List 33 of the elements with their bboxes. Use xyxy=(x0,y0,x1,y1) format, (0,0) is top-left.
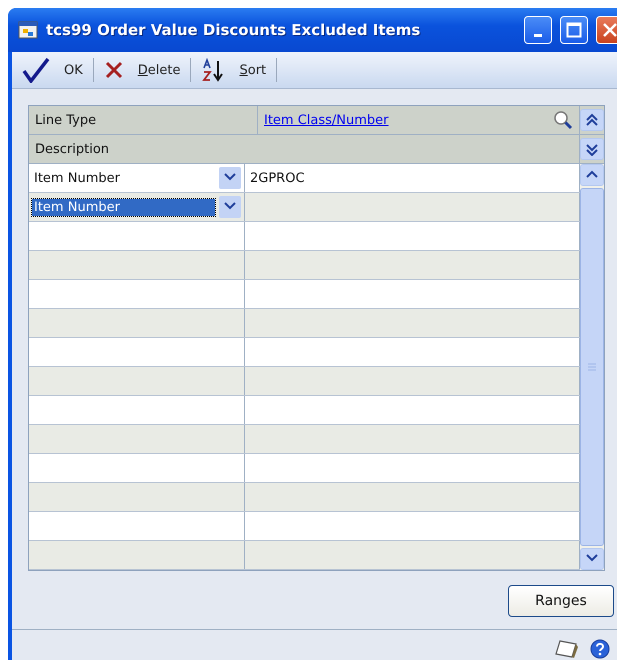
scrollbar-thumb[interactable] xyxy=(580,188,604,546)
item-number-cell[interactable]: 2GPROC xyxy=(248,170,576,186)
maximize-button[interactable] xyxy=(560,16,588,44)
line-type-dropdown[interactable]: Item Number xyxy=(32,198,215,216)
ok-button[interactable]: OK xyxy=(12,54,93,86)
double-chevron-up-icon xyxy=(585,113,599,127)
collapse-button[interactable] xyxy=(580,109,604,131)
minimize-icon xyxy=(534,34,542,36)
dropdown-button[interactable] xyxy=(219,196,241,218)
ranges-button[interactable]: Ranges xyxy=(508,585,614,617)
maximize-icon xyxy=(566,22,582,38)
dropdown-button[interactable] xyxy=(219,167,241,189)
note-icon[interactable] xyxy=(554,639,580,659)
column-header: Line Type xyxy=(35,112,98,128)
double-chevron-down-icon xyxy=(585,142,599,156)
line-type-dropdown[interactable]: Item Number xyxy=(32,170,215,186)
help-icon[interactable] xyxy=(590,639,610,659)
close-button[interactable] xyxy=(596,16,617,44)
search-icon[interactable] xyxy=(553,110,573,130)
scroll-up-button[interactable] xyxy=(580,164,604,186)
sort-button[interactable]: Sort xyxy=(191,54,276,86)
checkmark-icon xyxy=(22,57,50,83)
scroll-down-button[interactable] xyxy=(580,548,604,570)
sort-az-icon xyxy=(201,58,226,82)
window-title: tcs99 Order Value Discounts Excluded Items xyxy=(46,21,422,39)
x-icon xyxy=(104,60,124,80)
expand-button[interactable] xyxy=(580,138,604,160)
column-header-link[interactable]: Item Class/Number xyxy=(264,112,549,128)
window-icon xyxy=(18,21,38,39)
minimize-button[interactable] xyxy=(524,16,552,44)
column-header: Description xyxy=(35,142,110,156)
delete-button[interactable]: Delete xyxy=(94,54,190,86)
close-icon xyxy=(602,22,617,38)
